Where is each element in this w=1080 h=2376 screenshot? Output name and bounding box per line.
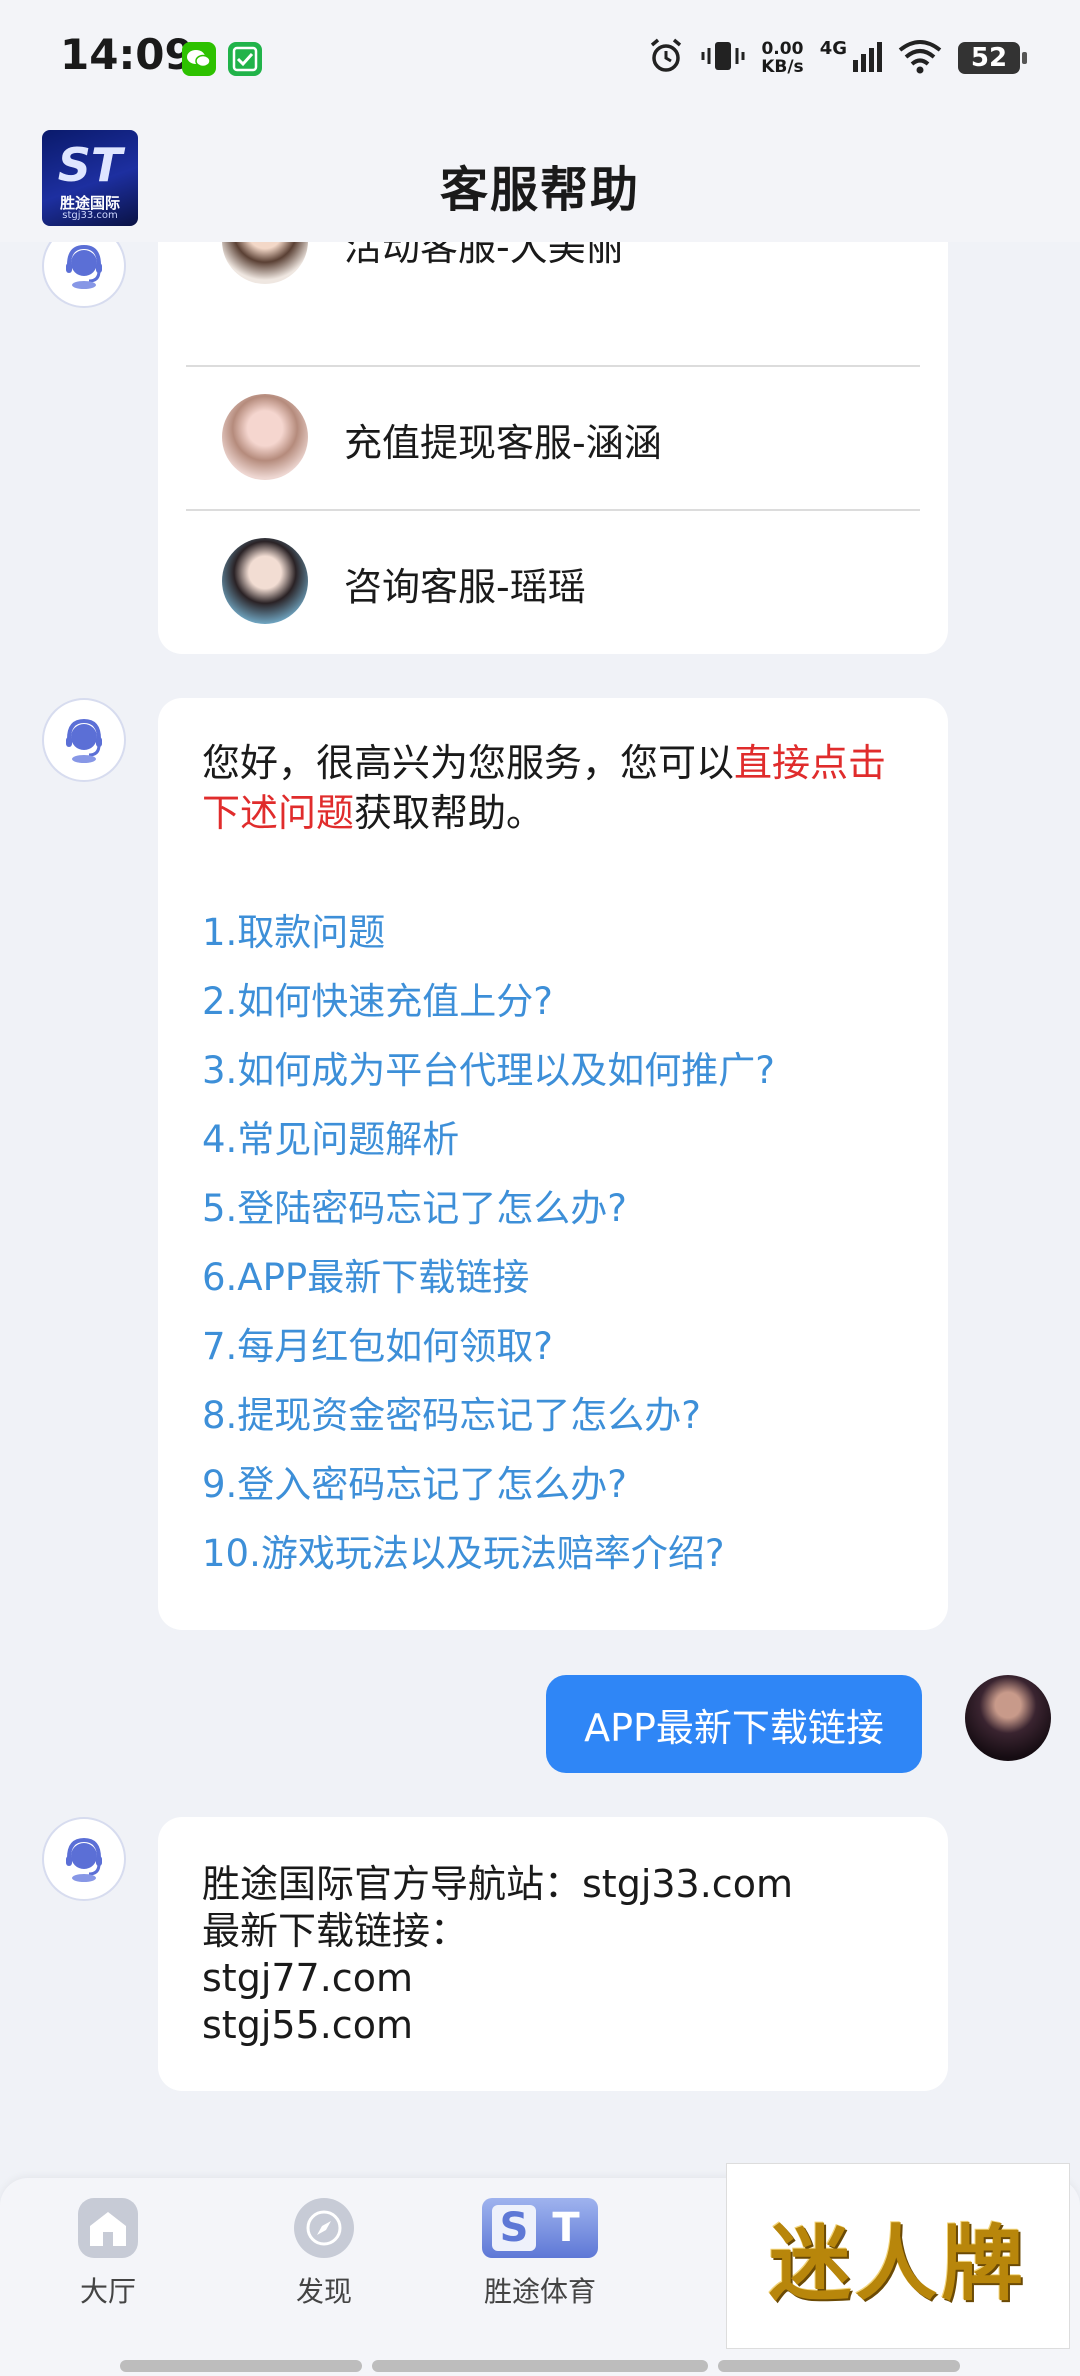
network-speed-unit: KB/s: [761, 57, 804, 77]
question-link[interactable]: 8.提现资金密码忘记了怎么办?: [202, 1381, 775, 1450]
status-icons: 0.00 KB/s 4G 52: [647, 36, 1027, 80]
status-bar: 14:09 0.00 KB/s 4G 52: [0, 0, 1080, 118]
gesture-bar: [718, 2360, 960, 2372]
app-header: ST 胜途国际 stgj33.com 客服帮助: [0, 118, 1080, 242]
question-link[interactable]: 1.取款问题: [202, 898, 775, 967]
question-link[interactable]: 10.游戏玩法以及玩法赔率介绍?: [202, 1519, 775, 1588]
st-mark-t: T: [552, 2205, 580, 2251]
agent-photo: [222, 538, 308, 624]
nav-item-lobby[interactable]: 大厅: [38, 2198, 178, 2310]
user-message: APP最新下载链接: [546, 1675, 922, 1773]
greeting-part: 您好，很高兴为您服务，您可以: [202, 741, 735, 785]
service-item-label: 充值提现客服-涵涵: [344, 421, 662, 465]
cell-signal: 4G: [820, 40, 882, 76]
service-item-recharge[interactable]: 充值提现客服-涵涵: [158, 366, 948, 508]
nav-item-discover[interactable]: 发现: [254, 2198, 394, 2310]
nav-label: 胜途体育: [483, 2275, 596, 2308]
question-link[interactable]: 6.APP最新下载链接: [202, 1243, 775, 1312]
promo-banner[interactable]: 迷人牌: [726, 2163, 1070, 2349]
question-link[interactable]: 5.登陆密码忘记了怎么办?: [202, 1174, 775, 1243]
alarm-icon: [647, 37, 685, 79]
home-icon: [78, 2198, 138, 2258]
headset-icon: [66, 718, 102, 763]
vibrate-icon: [701, 37, 745, 79]
question-list: 1.取款问题 2.如何快速充值上分? 3.如何成为平台代理以及如何推广? 4.常…: [202, 898, 775, 1588]
wifi-icon: [898, 38, 942, 78]
answer-link[interactable]: stgj55.com: [202, 2002, 793, 2049]
agent-avatar: [42, 698, 126, 782]
st-sports-icon: S T: [482, 2198, 598, 2258]
wechat-notification-icon: [182, 42, 216, 76]
question-link[interactable]: 2.如何快速充值上分?: [202, 967, 775, 1036]
agent-avatar: [42, 1817, 126, 1901]
answer-bubble: 胜途国际官方导航站：stgj33.com 最新下载链接： stgj77.com …: [158, 1817, 948, 2091]
headset-icon: [66, 244, 102, 289]
service-list-bubble: 活动客服-大美丽 充值提现客服-涵涵 咨询客服-瑶瑶: [158, 170, 948, 654]
status-time: 14:09: [60, 30, 194, 79]
answer-line: 最新下载链接：: [202, 1909, 469, 1953]
network-speed-value: 0.00: [761, 39, 804, 59]
answer-line: 胜途国际官方导航站：stgj33.com: [202, 1862, 793, 1906]
compass-icon: [294, 2198, 354, 2258]
question-link[interactable]: 4.常见问题解析: [202, 1105, 775, 1174]
answer-text: 胜途国际官方导航站：stgj33.com 最新下载链接： stgj77.com …: [202, 1861, 793, 2049]
st-mark-s: S: [492, 2205, 536, 2251]
service-item-consult[interactable]: 咨询客服-瑶瑶: [158, 510, 948, 654]
signal-bars-icon: [852, 40, 882, 76]
nav-label: 大厅: [79, 2275, 136, 2308]
user-avatar[interactable]: [965, 1675, 1051, 1761]
battery-indicator: 52: [958, 42, 1027, 74]
headset-icon: [66, 1837, 102, 1882]
nav-item-sports[interactable]: S T 胜途体育: [470, 2198, 610, 2310]
service-item-label: 咨询客服-瑶瑶: [344, 565, 586, 609]
gesture-bar: [120, 2360, 362, 2372]
question-link[interactable]: 9.登入密码忘记了怎么办?: [202, 1450, 775, 1519]
task-notification-icon: [228, 42, 262, 76]
greeting-text: 您好，很高兴为您服务，您可以直接点击下述问题获取帮助。: [202, 738, 902, 838]
nav-label: 发现: [295, 2275, 352, 2308]
banner-text: 迷人牌: [768, 2215, 1027, 2312]
network-type: 4G: [819, 38, 847, 59]
agent-photo: [222, 394, 308, 480]
greeting-part: 获取帮助。: [354, 791, 545, 835]
page-title: 客服帮助: [439, 162, 640, 218]
answer-link[interactable]: stgj77.com: [202, 1955, 793, 2002]
gesture-bar: [372, 2360, 708, 2372]
faq-bubble: 您好，很高兴为您服务，您可以直接点击下述问题获取帮助。 1.取款问题 2.如何快…: [158, 698, 948, 1630]
question-link[interactable]: 7.每月红包如何领取?: [202, 1312, 775, 1381]
question-link[interactable]: 3.如何成为平台代理以及如何推广?: [202, 1036, 775, 1105]
network-speed: 0.00 KB/s: [761, 40, 803, 76]
